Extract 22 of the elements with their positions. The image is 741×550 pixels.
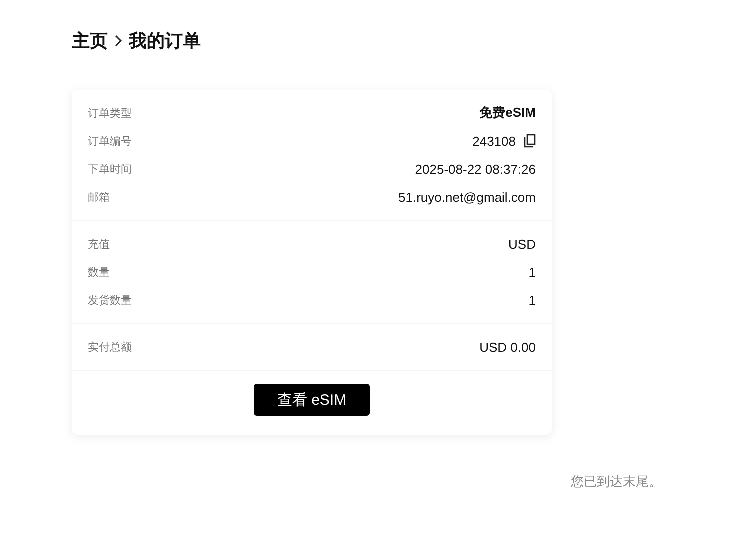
field-label: 邮箱 xyxy=(88,190,110,204)
chevron-right-icon xyxy=(114,34,123,48)
end-note: 您已到达末尾。 xyxy=(571,474,662,489)
field-label: 下单时间 xyxy=(88,162,132,176)
field-label: 订单类型 xyxy=(88,106,132,120)
field-label: 充值 xyxy=(88,238,110,252)
breadcrumb-link[interactable]: 我的订单 xyxy=(129,29,201,53)
field-label: 数量 xyxy=(88,266,110,280)
field-label: 发货数量 xyxy=(88,294,132,308)
field-value: USD 0.00 xyxy=(480,340,536,354)
field-value: 1 xyxy=(528,264,536,280)
breadcrumb-link[interactable]: 主页 xyxy=(72,29,108,53)
view-esim-button[interactable]: 查看 eSIM xyxy=(254,384,370,416)
field-value: 1 xyxy=(528,292,536,308)
field-label: 订单编号 xyxy=(88,134,132,148)
field-value: 243108 xyxy=(472,134,516,148)
copy-icon[interactable] xyxy=(524,134,536,148)
field-value: 免费eSIM xyxy=(480,104,536,122)
field-label: 实付总额 xyxy=(88,340,132,354)
field-value: 2025-08-22 08:37:26 xyxy=(415,162,536,176)
field-value: USD xyxy=(508,236,536,252)
field-value: 51.ruyo.net@gmail.com xyxy=(398,190,536,204)
